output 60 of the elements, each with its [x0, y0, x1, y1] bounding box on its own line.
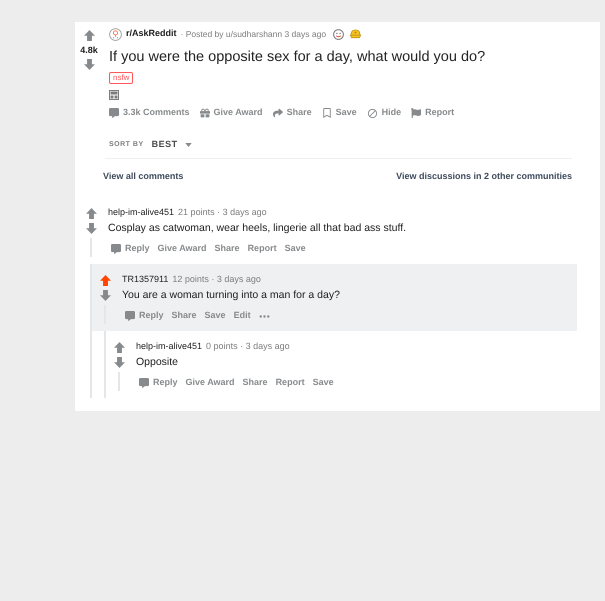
share-button[interactable]: Share [168, 308, 200, 324]
save-button[interactable]: Save [202, 308, 229, 324]
share-button[interactable]: Share [270, 105, 315, 121]
comments-button[interactable]: 3.3k Comments [106, 105, 193, 121]
downvote-icon[interactable] [86, 222, 96, 234]
comment-icon [111, 244, 121, 254]
caret-icon [184, 143, 192, 147]
save-button[interactable]: Save [318, 105, 360, 121]
bookmark-icon [322, 108, 332, 118]
upvote-icon[interactable] [114, 342, 124, 352]
give-award-button[interactable]: Give Award [154, 241, 210, 257]
comment-text: You are a woman turning into a man for a day? [122, 288, 341, 303]
gift-icon [200, 108, 210, 118]
give-award-button[interactable]: Give Award [182, 375, 238, 391]
upvote-icon[interactable] [84, 30, 94, 41]
vote-score: 4.8k [80, 44, 98, 56]
comment-icon [109, 108, 119, 118]
comment-text: Cosplay as catwoman, wear heels, lingerie all that bad ass stuff. [108, 221, 408, 236]
comment-meta: 12 points · 3 days ago [172, 273, 261, 286]
report-button[interactable]: Report [244, 241, 280, 257]
downvote-icon[interactable] [114, 356, 124, 368]
comment-author[interactable]: TR1357911 [122, 273, 168, 287]
save-button[interactable]: Save [282, 241, 309, 257]
comment-meta: 0 points · 3 days ago [206, 340, 290, 354]
share-button[interactable]: Share [212, 241, 243, 257]
comment-meta: 21 points · 3 days ago [178, 206, 267, 220]
reply-button[interactable]: Reply [108, 241, 153, 257]
comment-icon [125, 311, 135, 321]
comment-text: Opposite [136, 355, 180, 370]
post-byline: · Posted by u/sudharshann 3 days ago [180, 28, 326, 40]
other-discussions-link[interactable]: View discussions in 2 other communities [396, 170, 572, 184]
upvote-icon[interactable] [86, 208, 96, 218]
sort-dropdown[interactable]: BEST [152, 138, 192, 152]
post-title: If you were the opposite sex for a day, what would you do? [109, 48, 486, 67]
share-button[interactable]: Share [240, 375, 271, 391]
share-icon [272, 108, 283, 118]
comment-icon [139, 378, 149, 388]
more-icon [258, 314, 270, 318]
flag-icon [411, 108, 422, 118]
report-button[interactable]: Report [408, 105, 458, 121]
block-icon [366, 108, 378, 118]
report-button[interactable]: Report [272, 375, 308, 391]
comment-author[interactable]: help-im-alive451 [136, 340, 202, 354]
layout-icon [109, 90, 119, 100]
comment-author[interactable]: help-im-alive451 [108, 206, 174, 220]
reply-button[interactable]: Reply [122, 308, 167, 324]
reply-button[interactable]: Reply [136, 375, 181, 391]
award-icon [332, 28, 346, 40]
downvote-icon[interactable] [100, 290, 110, 300]
save-button[interactable]: Save [310, 375, 337, 391]
post-tag: nsfw [109, 72, 134, 84]
downvote-icon[interactable] [84, 59, 94, 70]
hide-button[interactable]: Hide [364, 105, 404, 121]
view-all-comments-link[interactable]: View all comments [103, 170, 184, 184]
subreddit-link[interactable]: r/AskReddit [126, 27, 177, 41]
award-icon [349, 28, 362, 40]
edit-button[interactable]: Edit [230, 308, 254, 324]
upvote-icon[interactable] [100, 274, 110, 286]
give-award-button[interactable]: Give Award [196, 105, 266, 121]
subreddit-icon[interactable] [109, 28, 122, 40]
